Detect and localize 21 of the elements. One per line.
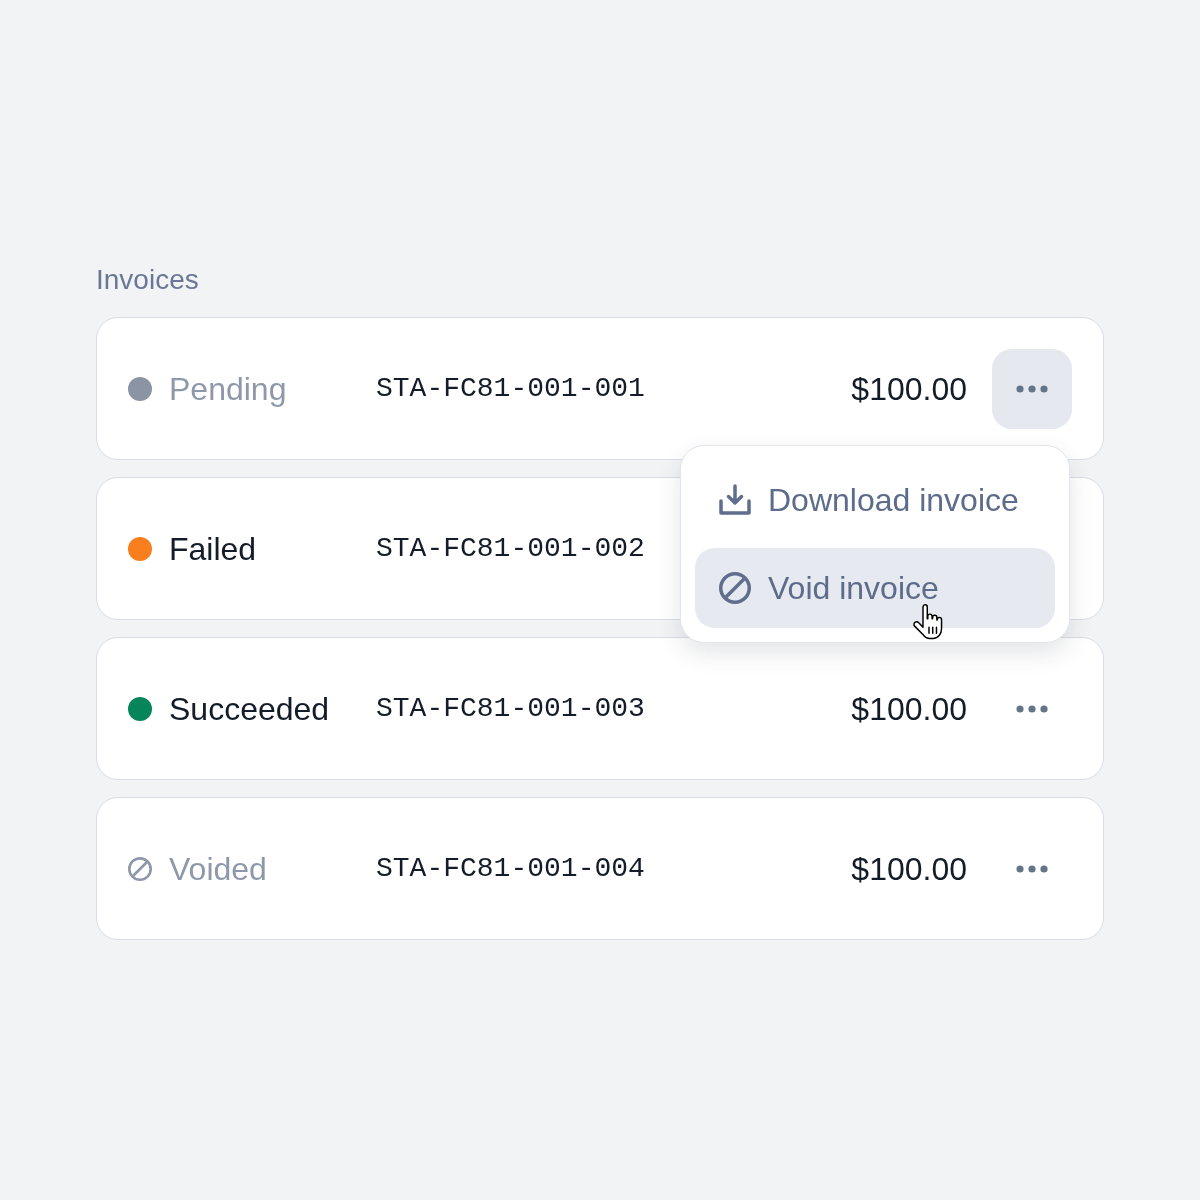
status-label: Succeeded	[169, 689, 330, 729]
section-title: Invoices	[96, 263, 199, 297]
status-label: Voided	[169, 849, 267, 889]
download-icon	[719, 484, 751, 516]
status-label: Failed	[169, 529, 257, 569]
invoice-number: STA-FC81-001-004	[376, 851, 645, 886]
more-icon	[1016, 864, 1048, 873]
invoice-amount: $100.00	[851, 689, 967, 729]
more-icon	[1016, 384, 1048, 393]
invoice-amount: $100.00	[851, 849, 967, 889]
void-status-icon	[128, 856, 152, 881]
menu-item[interactable]: Void invoice	[695, 548, 1055, 628]
void-icon	[719, 572, 751, 604]
more-button[interactable]	[992, 348, 1072, 429]
invoice-amount: $100.00	[851, 369, 967, 409]
more-icon	[1016, 704, 1048, 713]
invoice-number: STA-FC81-001-003	[376, 691, 645, 726]
invoice-number: STA-FC81-001-002	[376, 531, 645, 566]
hand-cursor-icon	[913, 604, 945, 640]
status-label: Pending	[169, 369, 287, 409]
invoice-number: STA-FC81-001-001	[376, 371, 645, 406]
